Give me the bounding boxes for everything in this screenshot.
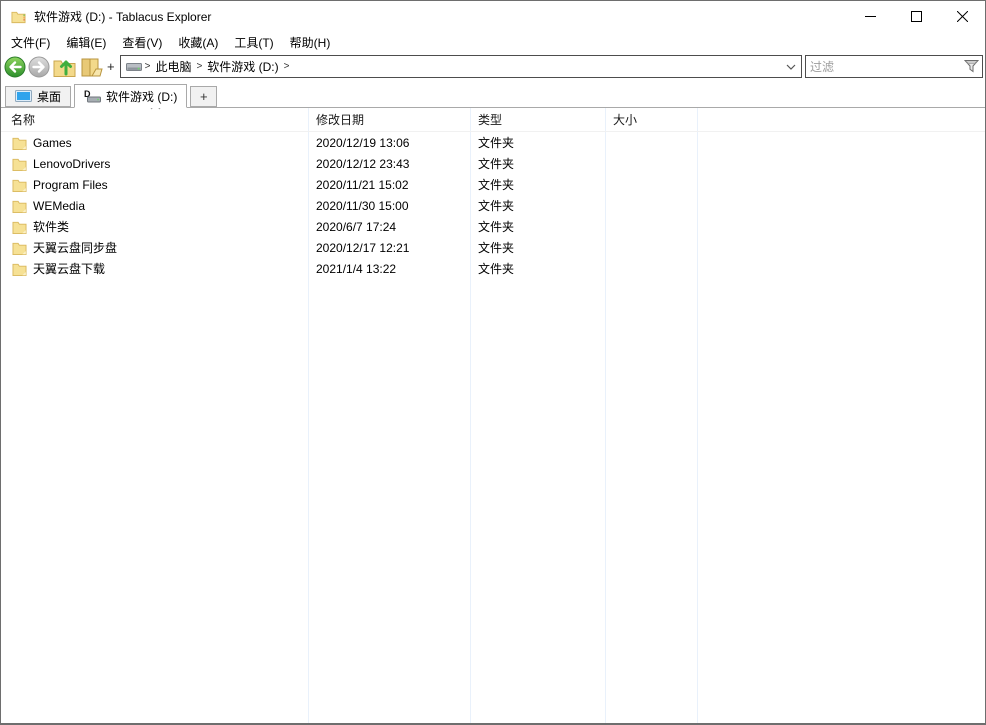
file-type: 文件夹: [470, 260, 605, 277]
folder-icon: [12, 220, 27, 234]
column-separator[interactable]: [697, 108, 698, 723]
menu-tools[interactable]: 工具(T): [226, 32, 281, 53]
maximize-icon: [911, 11, 922, 22]
file-type: 文件夹: [470, 239, 605, 256]
forward-button[interactable]: [28, 56, 50, 78]
back-button[interactable]: [4, 56, 26, 78]
address-bar[interactable]: > 此电脑 > 软件游戏 (D:) >: [120, 55, 802, 78]
new-tab-button[interactable]: +: [79, 55, 118, 79]
window-title: 软件游戏 (D:) - Tablacus Explorer: [34, 8, 847, 25]
tab-label: 桌面: [37, 88, 61, 105]
back-icon: [4, 56, 26, 78]
up-button[interactable]: [52, 55, 77, 79]
file-type: 文件夹: [470, 134, 605, 151]
close-icon: [957, 11, 968, 22]
table-row[interactable]: WEMedia 2020/11/30 15:00 文件夹: [1, 195, 985, 216]
column-header-name[interactable]: 名称: [1, 111, 308, 128]
file-modified: 2020/11/30 15:00: [308, 199, 470, 213]
table-row[interactable]: Program Files 2020/11/21 15:02 文件夹: [1, 174, 985, 195]
address-dropdown-button[interactable]: [784, 64, 798, 70]
new-tab-plus-button[interactable]: +: [190, 86, 217, 107]
app-folder-icon: [11, 9, 26, 24]
location-drive-icon: [126, 61, 142, 72]
table-row[interactable]: 天翼云盘下载 2021/1/4 13:22 文件夹: [1, 258, 985, 279]
minimize-button[interactable]: [847, 1, 893, 31]
desktop-icon: [15, 90, 32, 103]
drive-icon: D: [84, 89, 101, 103]
folder-icon: [12, 241, 27, 255]
tab-current-drive[interactable]: D 软件游戏 (D:): [74, 84, 187, 108]
folder-icon: [12, 199, 27, 213]
table-row[interactable]: LenovoDrivers 2020/12/12 23:43 文件夹: [1, 153, 985, 174]
breadcrumb-chevron: >: [142, 61, 154, 72]
menu-help[interactable]: 帮助(H): [282, 32, 339, 53]
column-header-row: 名称 修改日期 类型 大小: [1, 108, 985, 132]
file-modified: 2020/12/19 13:06: [308, 136, 470, 150]
folders-icon: [79, 55, 106, 79]
table-row[interactable]: Games 2020/12/19 13:06 文件夹: [1, 132, 985, 153]
minimize-icon: [865, 11, 876, 22]
file-name: 天翼云盘下载: [33, 260, 105, 277]
tab-label: 软件游戏 (D:): [106, 88, 177, 105]
file-type: 文件夹: [470, 197, 605, 214]
tab-plus-label: +: [200, 89, 208, 104]
folder-icon: [12, 136, 27, 150]
table-row[interactable]: 天翼云盘同步盘 2020/12/17 12:21 文件夹: [1, 237, 985, 258]
file-name: Program Files: [33, 178, 108, 192]
file-type: 文件夹: [470, 155, 605, 172]
maximize-button[interactable]: [893, 1, 939, 31]
file-list-pane: 名称 修改日期 类型 大小 Games 2020/12/19 13:06 文件夹…: [1, 108, 985, 723]
window-controls: [847, 1, 985, 31]
file-name: Games: [33, 136, 72, 150]
column-separator[interactable]: [605, 108, 606, 723]
forward-icon: [28, 56, 50, 78]
folder-icon: [12, 178, 27, 192]
breadcrumb-chevron: >: [281, 61, 293, 72]
folder-icon: [12, 262, 27, 276]
tab-desktop[interactable]: 桌面: [5, 86, 71, 107]
filter-input[interactable]: [806, 56, 982, 77]
menu-edit[interactable]: 编辑(E): [58, 32, 114, 53]
filter-funnel-icon: [964, 59, 979, 76]
column-separator[interactable]: [308, 108, 309, 723]
file-type: 文件夹: [470, 176, 605, 193]
filter-box: [805, 55, 983, 78]
file-name: 软件类: [33, 218, 69, 235]
file-name: LenovoDrivers: [33, 157, 110, 171]
file-modified: 2021/1/4 13:22: [308, 262, 470, 276]
file-modified: 2020/6/7 17:24: [308, 220, 470, 234]
breadcrumb-this-pc[interactable]: 此电脑: [153, 57, 193, 76]
file-name: 天翼云盘同步盘: [33, 239, 117, 256]
table-row[interactable]: 软件类 2020/6/7 17:24 文件夹: [1, 216, 985, 237]
up-folder-icon: [52, 55, 77, 79]
plus-icon: +: [107, 59, 115, 74]
menu-favorites[interactable]: 收藏(A): [170, 32, 226, 53]
file-modified: 2020/12/12 23:43: [308, 157, 470, 171]
column-separator[interactable]: [470, 108, 471, 723]
menu-bar: 文件(F) 编辑(E) 查看(V) 收藏(A) 工具(T) 帮助(H): [1, 31, 985, 53]
toolbar: + > 此电脑 > 软件游戏 (D:) >: [1, 53, 985, 82]
folder-icon: [12, 157, 27, 171]
file-modified: 2020/11/21 15:02: [308, 178, 470, 192]
title-bar: 软件游戏 (D:) - Tablacus Explorer: [1, 1, 985, 31]
column-header-modified[interactable]: 修改日期: [308, 111, 470, 128]
breadcrumb-current-drive[interactable]: 软件游戏 (D:): [205, 57, 280, 76]
close-button[interactable]: [939, 1, 985, 31]
file-type: 文件夹: [470, 218, 605, 235]
column-header-type[interactable]: 类型: [470, 111, 605, 128]
file-name: WEMedia: [33, 199, 85, 213]
file-modified: 2020/12/17 12:21: [308, 241, 470, 255]
tab-bar: 桌面 D 软件游戏 (D:) +: [1, 82, 985, 108]
chevron-down-icon: [786, 64, 796, 70]
app-window: 软件游戏 (D:) - Tablacus Explorer 文件(F) 编辑(E…: [0, 0, 986, 725]
breadcrumb-chevron: >: [193, 61, 205, 72]
column-header-size[interactable]: 大小: [605, 111, 697, 128]
menu-view[interactable]: 查看(V): [114, 32, 170, 53]
menu-file[interactable]: 文件(F): [3, 32, 58, 53]
sort-ascending-icon: [149, 108, 162, 110]
